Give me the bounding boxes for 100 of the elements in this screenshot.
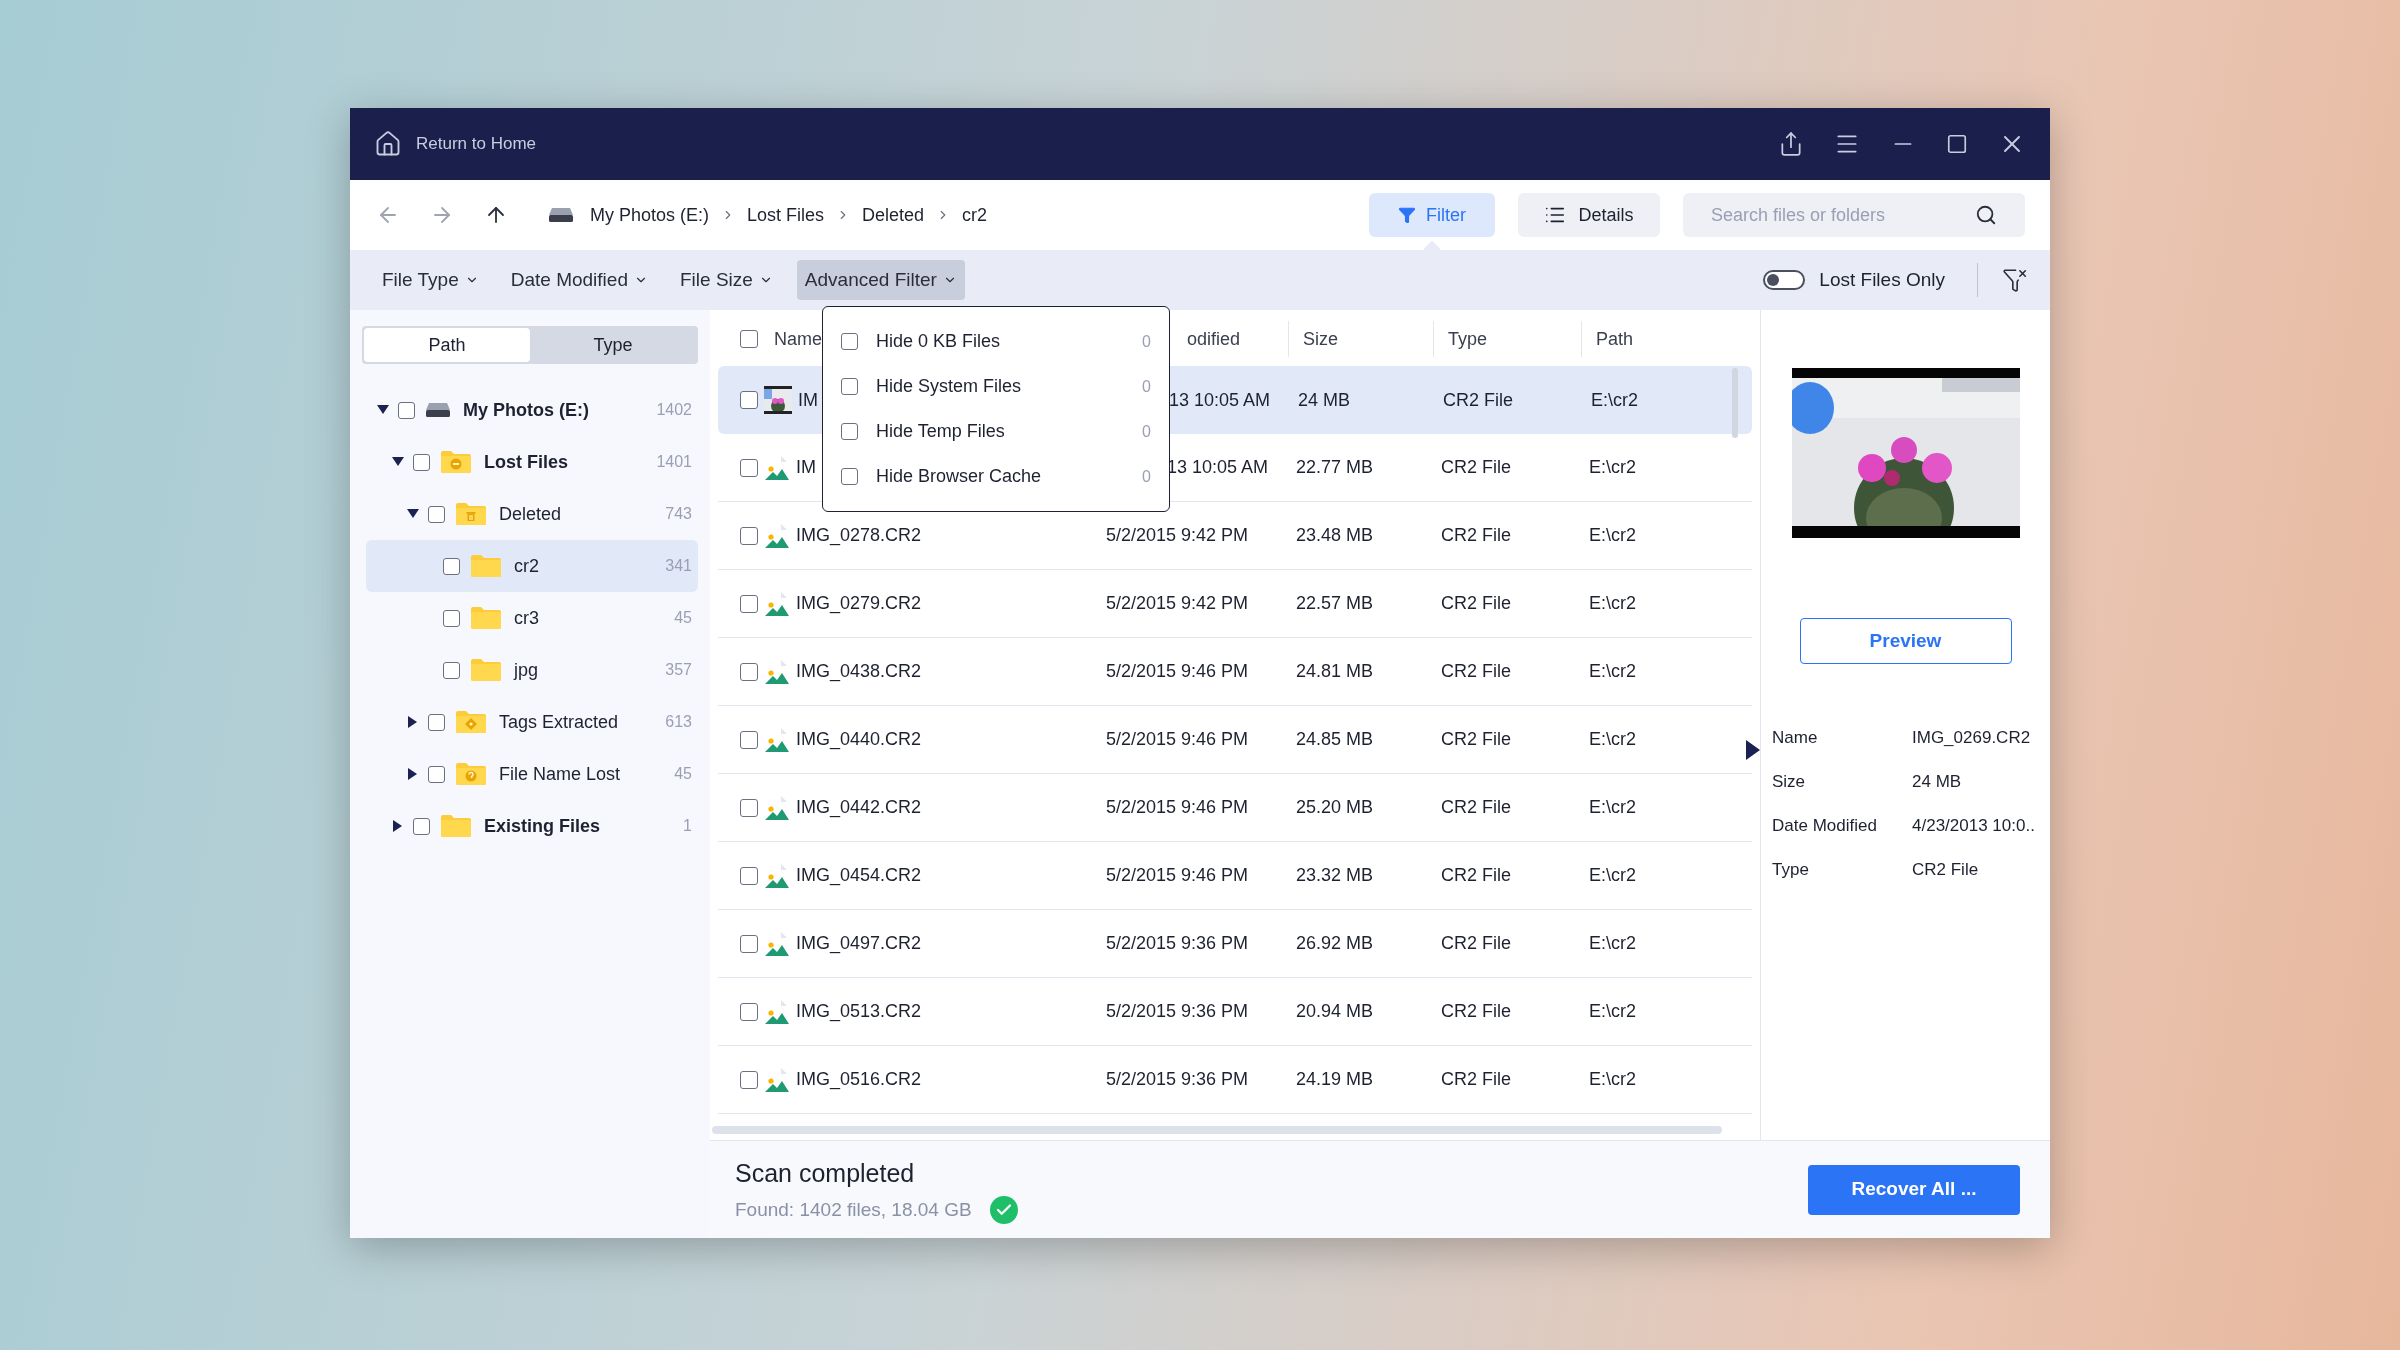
column-header[interactable]: Size [1303,325,1338,353]
filter-dropdown[interactable]: File Type [374,260,487,300]
details-button[interactable]: Details [1518,193,1660,237]
tree-item[interactable]: jpg 357 [366,644,698,696]
checkbox[interactable] [841,333,858,350]
filter-dropdown[interactable]: Date Modified [502,260,656,300]
checkbox[interactable] [740,730,758,749]
file-path: E:\cr2 [1591,388,1638,412]
expand-arrow-icon[interactable] [1745,740,1761,760]
checkbox[interactable] [841,423,858,440]
column-header[interactable]: Path [1596,325,1634,353]
checkbox[interactable] [413,817,430,835]
toggle-label: Lost Files Only [1819,267,1945,292]
file-row[interactable]: IMG_0438.CR2 5/2/2015 9:46 PM 24.81 MB CR2 File E:\cr2 [718,638,1752,706]
column-header[interactable]: odified [1186,325,1240,353]
expanded-arrow-icon[interactable] [377,405,389,415]
question-folder-icon [455,762,487,786]
checkbox[interactable] [740,458,758,477]
filter-option[interactable]: Hide 0 KB Files 0 [841,319,1151,364]
file-row[interactable]: IMG_0454.CR2 5/2/2015 9:46 PM 23.32 MB CR2 File E:\cr2 [718,842,1752,910]
column-header[interactable]: Name [774,325,822,353]
file-row[interactable]: IMG_0442.CR2 5/2/2015 9:46 PM 25.20 MB CR2 File E:\cr2 [718,774,1752,842]
search-icon[interactable] [1975,204,1997,226]
filter-dropdown[interactable]: Advanced Filter [796,260,965,300]
checkbox[interactable] [398,401,415,419]
checkbox[interactable] [428,713,445,731]
file-name: IMG_0278.CR2 [796,524,922,548]
option-count: 0 [1142,331,1151,352]
home-icon[interactable] [374,130,402,158]
detail-value: 4/23/2013 10:0.. [1912,815,2035,838]
checkbox[interactable] [740,1002,758,1021]
checkbox[interactable] [443,661,460,679]
checkbox[interactable] [740,594,758,613]
tree-item[interactable]: File Name Lost 45 [366,748,698,800]
tree-item[interactable]: My Photos (E:) 1402 [366,384,698,436]
item-count: 1402 [656,400,692,420]
expanded-arrow-icon[interactable] [392,457,404,467]
file-row[interactable]: IMG_0516.CR2 5/2/2015 9:36 PM 24.19 MB CR2 File E:\cr2 [718,1046,1752,1114]
checkbox[interactable] [740,934,758,953]
column-header[interactable]: Type [1448,325,1488,353]
tree-item[interactable]: cr2 341 [366,540,698,592]
checkbox[interactable] [740,866,758,885]
checkbox[interactable] [443,557,460,575]
checkbox[interactable] [740,1070,758,1089]
horizontal-scrollbar[interactable] [712,1126,1722,1134]
file-row[interactable]: IMG_0440.CR2 5/2/2015 9:46 PM 24.85 MB CR2 File E:\cr2 [718,706,1752,774]
file-row[interactable]: IMG_0497.CR2 5/2/2015 9:36 PM 26.92 MB CR2 File E:\cr2 [718,910,1752,978]
filter-option[interactable]: Hide System Files 0 [841,364,1151,409]
tree-item[interactable]: Deleted 743 [366,488,698,540]
search-field[interactable]: Search files or folders [1683,193,2025,237]
recover-all-button[interactable]: Recover All ... [1808,1164,2020,1215]
file-row[interactable]: IMG_0513.CR2 5/2/2015 9:36 PM 20.94 MB CR2 File E:\cr2 [718,978,1752,1046]
export-icon[interactable] [1778,131,1804,157]
clear-filter-icon[interactable] [2002,267,2028,293]
checkbox[interactable] [443,609,460,627]
view-tab[interactable]: Path [364,328,530,362]
vertical-scrollbar[interactable] [1732,368,1738,438]
search-input[interactable]: Search files or folders [1711,201,1975,229]
breadcrumb-link[interactable]: cr2 [962,201,988,229]
checkbox[interactable] [841,378,858,395]
modified-date: 5/2/2015 9:46 PM [1106,660,1249,683]
checkbox[interactable] [841,468,858,485]
tree-item[interactable]: Tags Extracted 613 [366,696,698,748]
drive-icon [548,207,574,223]
checkbox[interactable] [740,330,758,348]
maximize-icon[interactable] [1946,133,1968,155]
collapsed-arrow-icon[interactable] [408,768,418,780]
checkbox[interactable] [740,662,758,681]
file-type: CR2 File [1441,593,1511,613]
return-home-link[interactable]: Return to Home [416,131,536,157]
tree-label: jpg [514,658,539,682]
breadcrumb-link[interactable]: Deleted [862,201,925,229]
file-type: CR2 File [1441,457,1511,477]
collapsed-arrow-icon[interactable] [408,716,418,728]
file-row[interactable]: IMG_0279.CR2 5/2/2015 9:42 PM 22.57 MB CR2 File E:\cr2 [718,570,1752,638]
checkbox[interactable] [740,391,758,409]
file-type: CR2 File [1441,661,1511,681]
checkbox[interactable] [740,798,758,817]
expanded-arrow-icon[interactable] [407,509,419,519]
filter-option[interactable]: Hide Browser Cache 0 [841,454,1151,499]
file-name: IMG_0442.CR2 [796,796,922,820]
tree-item[interactable]: Lost Files 1401 [366,436,698,488]
checkbox[interactable] [428,505,445,523]
filter-dropdown[interactable]: File Size [672,260,781,300]
image-file-icon [764,726,790,753]
item-count: 1401 [656,452,692,472]
tree-item[interactable]: cr3 45 [366,592,698,644]
tree-item[interactable]: Existing Files 1 [366,800,698,852]
toggle-switch[interactable] [1763,270,1806,290]
checkbox[interactable] [413,453,430,471]
status-title: Scan completed [735,1157,916,1189]
modified-date: 5/2/2015 9:42 PM [1106,524,1249,547]
checkbox[interactable] [428,765,445,783]
file-path: E:\cr2 [1589,524,1636,547]
checkbox[interactable] [740,526,758,545]
view-tab[interactable]: Type [530,328,696,362]
preview-button[interactable]: Preview [1799,618,2012,664]
breadcrumb-link[interactable]: My Photos (E:) [590,201,710,229]
breadcrumb-link[interactable]: Lost Files [747,201,825,229]
collapsed-arrow-icon[interactable] [393,820,403,832]
